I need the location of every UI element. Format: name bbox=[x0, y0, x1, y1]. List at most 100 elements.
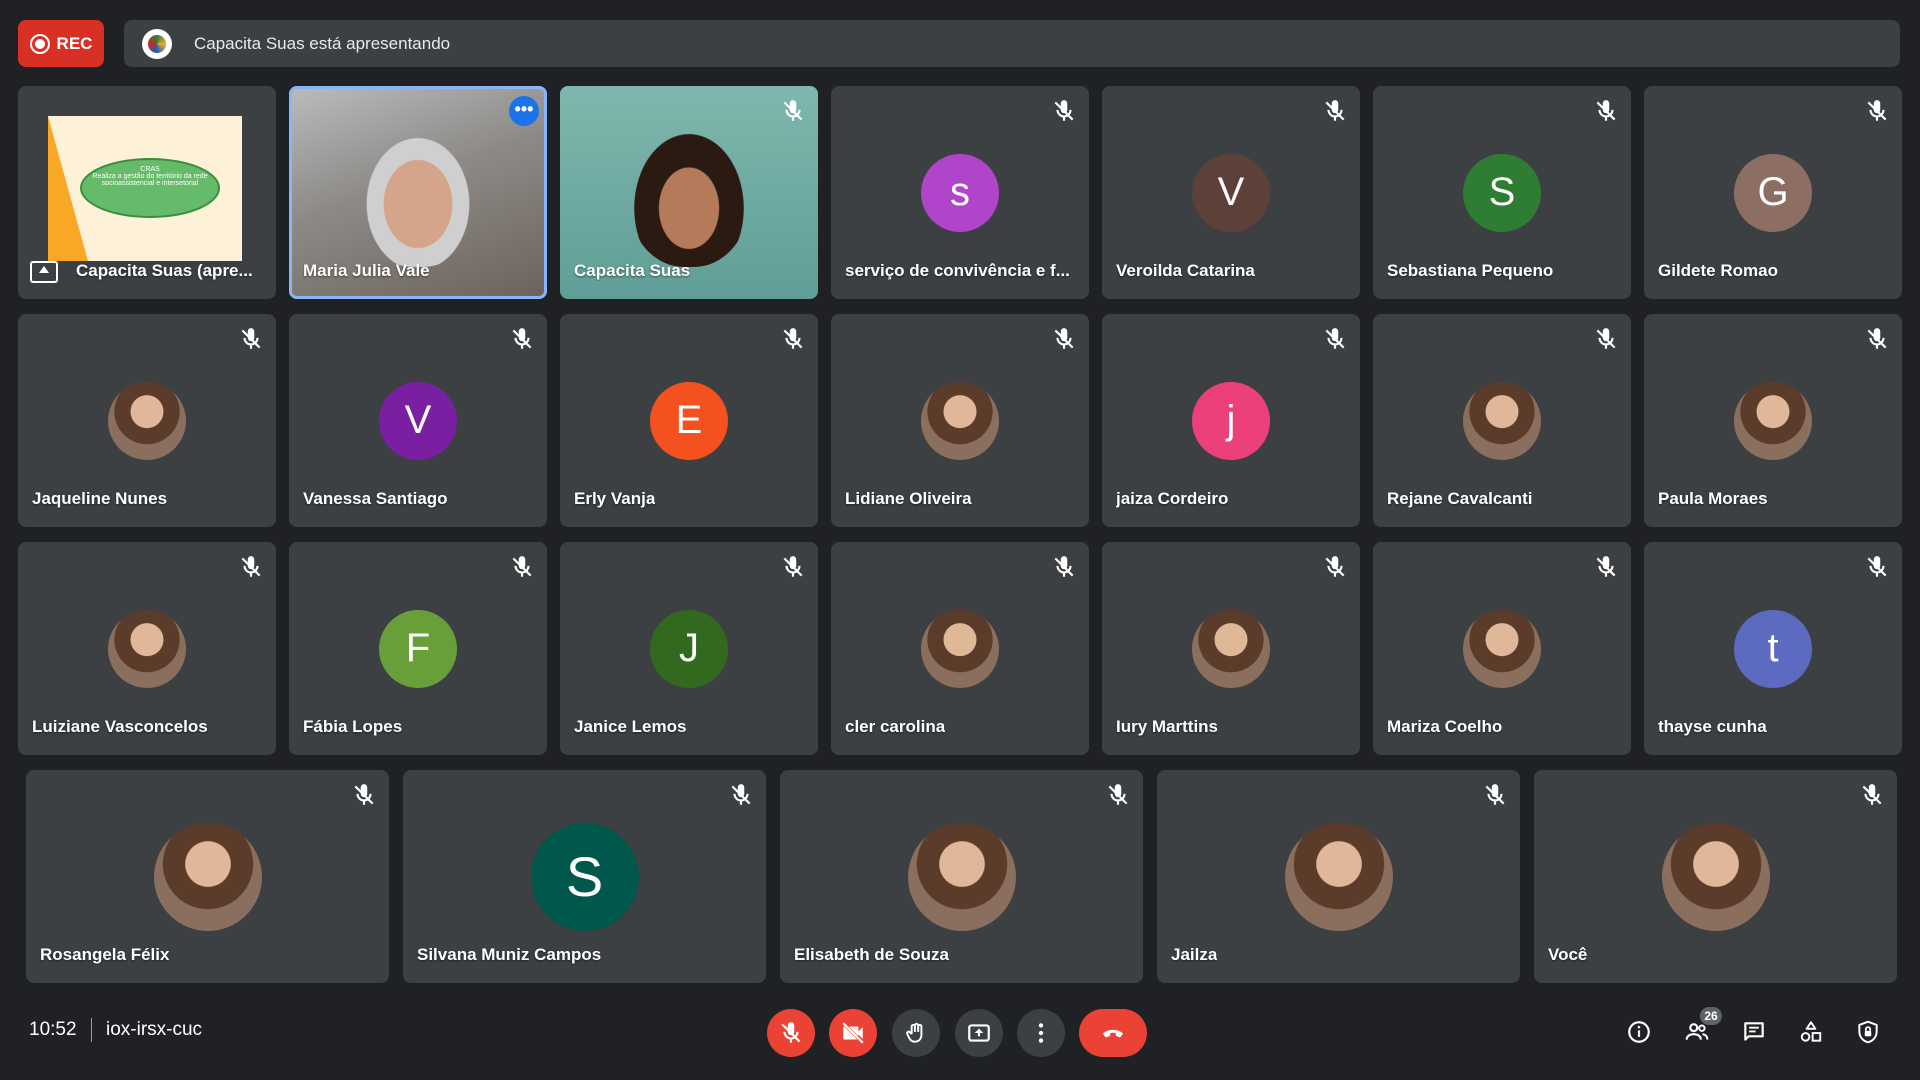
presenter-avatar bbox=[142, 28, 172, 59]
mic-off-icon bbox=[1593, 326, 1619, 352]
participant-avatar-photo bbox=[907, 822, 1016, 931]
mic-off-icon bbox=[728, 782, 754, 808]
participant-video bbox=[629, 126, 749, 267]
participant-tile[interactable]: s serviço de convivência e f... bbox=[831, 86, 1089, 299]
present-now-button[interactable] bbox=[955, 1009, 1003, 1057]
participant-avatar-initial: G bbox=[1734, 153, 1812, 232]
participant-name: Luiziane Vasconcelos bbox=[32, 717, 208, 736]
presentation-slide: CRAS Realiza a gestão do território da r… bbox=[48, 116, 242, 261]
participant-tile[interactable]: Lidiane Oliveira bbox=[831, 314, 1089, 527]
camera-toggle-button[interactable] bbox=[829, 1009, 877, 1057]
participant-avatar-initial: E bbox=[650, 381, 728, 460]
mic-off-icon bbox=[1864, 326, 1890, 352]
participant-name: Você bbox=[1548, 945, 1588, 964]
participant-name: Fábia Lopes bbox=[303, 717, 403, 736]
participant-name: Erly Vanja bbox=[574, 489, 656, 508]
participant-name: Vanessa Santiago bbox=[303, 489, 448, 508]
participant-tile-presentation[interactable]: CRAS Realiza a gestão do território da r… bbox=[18, 86, 276, 299]
participant-tile[interactable]: Jaqueline Nunes bbox=[18, 314, 276, 527]
participant-tile[interactable]: V Veroilda Catarina bbox=[1102, 86, 1360, 299]
participant-tile[interactable]: cler carolina bbox=[831, 542, 1089, 755]
participant-tile[interactable]: Você bbox=[1534, 770, 1897, 983]
participant-avatar-photo bbox=[153, 822, 262, 931]
meeting-details-button[interactable] bbox=[1622, 1015, 1656, 1049]
participant-name: Rosangela Félix bbox=[40, 945, 170, 964]
participant-name: Janice Lemos bbox=[574, 717, 687, 736]
participant-tile[interactable]: Elisabeth de Souza bbox=[780, 770, 1143, 983]
mic-off-icon bbox=[1593, 554, 1619, 580]
mic-off-icon bbox=[238, 554, 264, 580]
participant-tile[interactable]: F Fábia Lopes bbox=[289, 542, 547, 755]
mic-off-icon bbox=[1593, 98, 1619, 124]
participant-tile[interactable]: Rosangela Félix bbox=[26, 770, 389, 983]
participant-tile[interactable]: j jaiza Cordeiro bbox=[1102, 314, 1360, 527]
participant-tile[interactable]: S Sebastiana Pequeno bbox=[1373, 86, 1631, 299]
participant-avatar-photo bbox=[108, 609, 186, 688]
participant-name: Capacita Suas bbox=[574, 261, 691, 280]
mic-off-icon bbox=[238, 326, 264, 352]
recording-badge[interactable]: REC bbox=[18, 20, 104, 67]
chat-icon bbox=[1744, 1022, 1764, 1041]
participant-name: Jaqueline Nunes bbox=[32, 489, 168, 508]
people-button[interactable]: 26 bbox=[1680, 1007, 1722, 1049]
mic-off-icon bbox=[1051, 326, 1077, 352]
participant-name: Mariza Coelho bbox=[1387, 717, 1503, 736]
participant-name: Paula Moraes bbox=[1658, 489, 1768, 508]
participant-name: Iury Marttins bbox=[1116, 717, 1219, 736]
participant-avatar-initial: j bbox=[1192, 381, 1270, 460]
mic-off-icon bbox=[509, 554, 535, 580]
presenting-banner[interactable]: Capacita Suas está apresentando bbox=[124, 20, 1900, 67]
participant-name: cler carolina bbox=[845, 717, 946, 736]
chat-button[interactable] bbox=[1737, 1015, 1771, 1049]
participant-name: Veroilda Catarina bbox=[1116, 261, 1255, 280]
participant-name: Capacita Suas (apre... bbox=[76, 261, 253, 280]
slide-text: Realiza a gestão do território da rede s… bbox=[92, 173, 208, 187]
participant-avatar-photo bbox=[1463, 381, 1541, 460]
present-screen-icon bbox=[30, 261, 58, 283]
more-options-icon[interactable]: ••• bbox=[509, 96, 539, 126]
participant-tile[interactable]: Rejane Cavalcanti bbox=[1373, 314, 1631, 527]
participant-avatar-photo bbox=[1284, 822, 1393, 931]
participant-avatar-photo bbox=[1463, 609, 1541, 688]
hand-icon bbox=[906, 1022, 923, 1043]
mic-off-icon bbox=[1105, 782, 1131, 808]
participant-tile[interactable]: Mariza Coelho bbox=[1373, 542, 1631, 755]
participant-name: Jailza bbox=[1171, 945, 1218, 964]
record-icon bbox=[29, 33, 50, 54]
participant-tile[interactable]: Paula Moraes bbox=[1644, 314, 1902, 527]
participant-avatar-initial: V bbox=[1192, 153, 1270, 232]
hang-up-icon bbox=[1103, 1029, 1123, 1038]
mic-off-icon bbox=[1864, 98, 1890, 124]
more-options-button[interactable] bbox=[1017, 1009, 1065, 1057]
leave-call-button[interactable] bbox=[1079, 1009, 1147, 1057]
activities-icon bbox=[1800, 1021, 1822, 1042]
participant-tile[interactable]: S Silvana Muniz Campos bbox=[403, 770, 766, 983]
slide-content: CRAS Realiza a gestão do território da r… bbox=[80, 158, 220, 218]
mic-off-icon bbox=[1859, 782, 1885, 808]
host-controls-button[interactable] bbox=[1851, 1015, 1885, 1049]
participant-name: Silvana Muniz Campos bbox=[417, 945, 602, 964]
participant-tile[interactable]: G Gildete Romao bbox=[1644, 86, 1902, 299]
clock: 10:52 bbox=[29, 1019, 77, 1040]
slide-title: CRAS bbox=[140, 166, 160, 173]
participant-tile-video[interactable]: ••• Maria Julia Vale bbox=[289, 86, 547, 299]
participant-tile[interactable]: E Erly Vanja bbox=[560, 314, 818, 527]
participant-tile[interactable]: V Vanessa Santiago bbox=[289, 314, 547, 527]
participant-avatar-initial: J bbox=[650, 609, 728, 688]
present-screen-icon bbox=[968, 1024, 990, 1042]
activities-button[interactable] bbox=[1794, 1015, 1828, 1049]
participant-avatar-initial: t bbox=[1734, 609, 1812, 688]
raise-hand-button[interactable] bbox=[892, 1009, 940, 1057]
participant-tile[interactable]: Luiziane Vasconcelos bbox=[18, 542, 276, 755]
recording-label: REC bbox=[56, 33, 93, 53]
participant-tile[interactable]: Jailza bbox=[1157, 770, 1520, 983]
mic-toggle-button[interactable] bbox=[767, 1009, 815, 1057]
participant-name: Lidiane Oliveira bbox=[845, 489, 972, 508]
participant-tile-video[interactable]: Capacita Suas bbox=[560, 86, 818, 299]
mic-off-icon bbox=[781, 1022, 801, 1043]
participant-tile[interactable]: J Janice Lemos bbox=[560, 542, 818, 755]
participant-tile[interactable]: Iury Marttins bbox=[1102, 542, 1360, 755]
participant-avatar-initial: F bbox=[379, 609, 457, 688]
participant-tile[interactable]: t thayse cunha bbox=[1644, 542, 1902, 755]
participant-avatar-initial: s bbox=[921, 153, 999, 232]
